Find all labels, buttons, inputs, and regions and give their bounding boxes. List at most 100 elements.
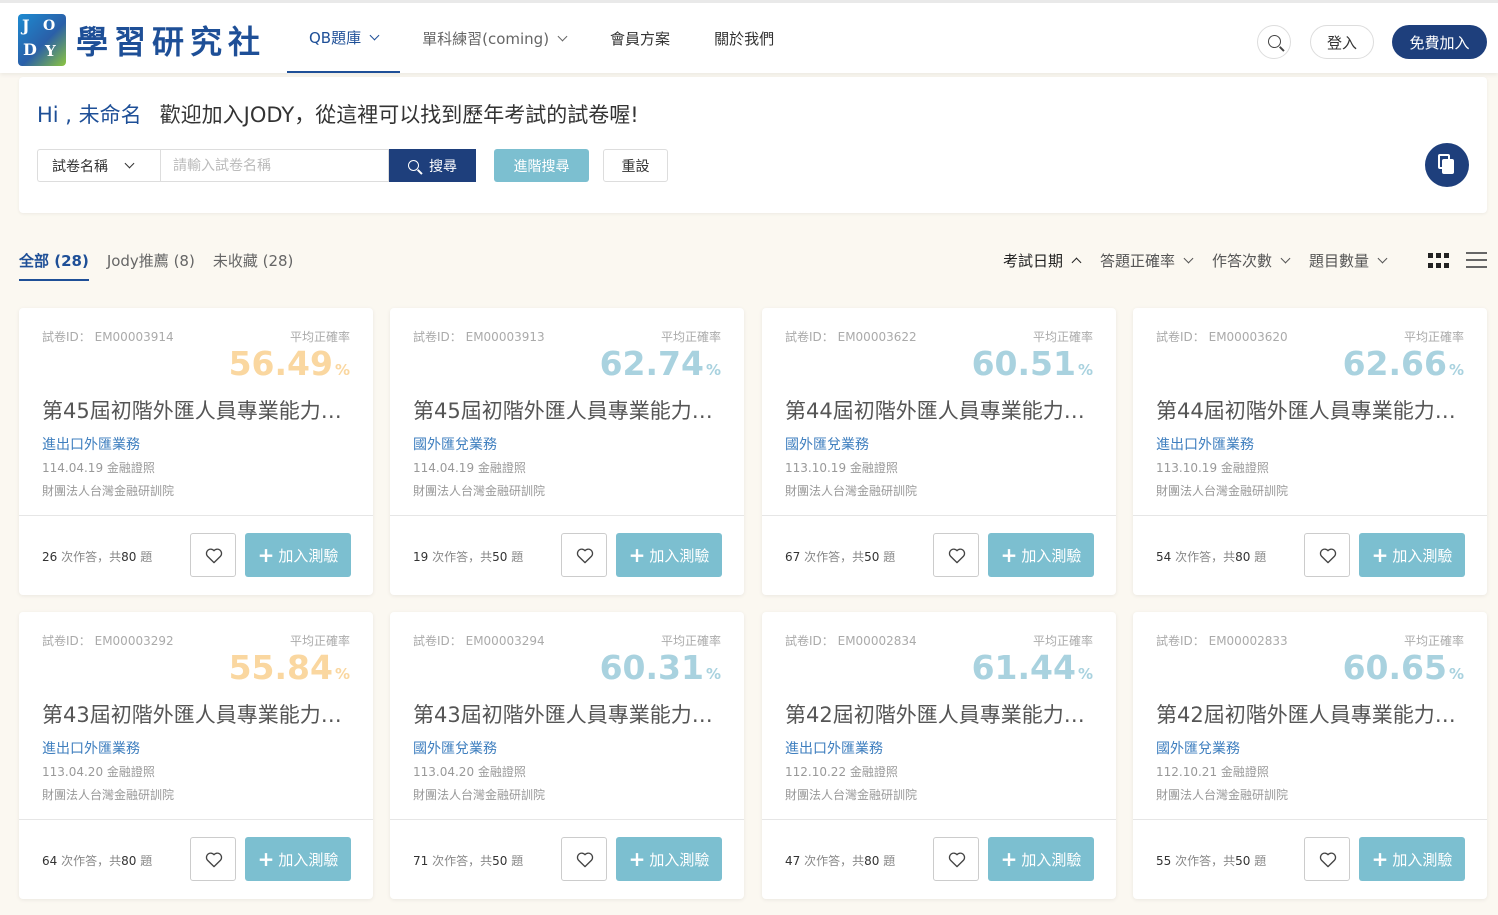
exam-card[interactable]: 試卷ID： EM00003294 平均正確率 60.31% 第43屆初階外匯人員… [390, 612, 744, 899]
exam-id: 試卷ID： EM00002834 [785, 634, 917, 648]
exam-stats: 19 次作答，共50 題 [413, 550, 524, 564]
add-button-label: 加入測驗 [649, 546, 710, 565]
sort-attempts[interactable]: 作答次數 [1212, 250, 1291, 271]
add-to-test-button[interactable]: + 加入測驗 [245, 837, 351, 881]
add-to-test-button[interactable]: + 加入測驗 [616, 533, 722, 577]
exam-date-cert: 113.10.19 金融證照 [785, 461, 898, 475]
favorite-button[interactable] [1304, 533, 1350, 577]
add-to-test-button[interactable]: + 加入測驗 [988, 837, 1094, 881]
favorite-button[interactable] [933, 837, 979, 881]
avg-rate-value: 62.66% [1342, 344, 1464, 383]
nav-label: 關於我們 [714, 29, 775, 48]
greeting-message: 歡迎加入JODY，從這裡可以找到歷年考試的試卷喔! [159, 103, 639, 127]
exam-card[interactable]: 試卷ID： EM00002833 平均正確率 60.65% 第42屆初階外匯人員… [1133, 612, 1487, 899]
list-view-icon[interactable] [1466, 252, 1487, 270]
search-button[interactable]: 搜尋 [389, 149, 476, 182]
exam-title[interactable]: 第42屆初階外匯人員專業能力測驗 [785, 699, 1095, 729]
exam-title[interactable]: 第44屆初階外匯人員專業能力測驗 [785, 395, 1095, 425]
exam-card[interactable]: 試卷ID： EM00003620 平均正確率 62.66% 第44屆初階外匯人員… [1133, 308, 1487, 595]
exam-title[interactable]: 第45屆初階外匯人員專業能力測驗 [413, 395, 723, 425]
favorite-button[interactable] [1304, 837, 1350, 881]
favorite-button[interactable] [190, 533, 236, 577]
greeting-user: Hi , 未命名 [37, 103, 142, 127]
heart-icon [576, 548, 594, 564]
favorite-button[interactable] [190, 837, 236, 881]
exam-title[interactable]: 第43屆初階外匯人員專業能力測驗 [42, 699, 352, 729]
advanced-search-button[interactable]: 進階搜尋 [494, 149, 589, 182]
copy-button[interactable] [1425, 143, 1469, 187]
avg-rate-label: 平均正確率 [1032, 330, 1093, 344]
brand-name: 學習研究社 [76, 23, 267, 61]
exam-stats: 47 次作答，共80 題 [785, 854, 896, 868]
exam-organization: 財團法人台灣金融研訓院 [413, 788, 546, 802]
add-to-test-button[interactable]: + 加入測驗 [616, 837, 722, 881]
exam-stats: 71 次作答，共50 題 [413, 854, 524, 868]
exam-id: 試卷ID： EM00002833 [1156, 634, 1288, 648]
exam-card[interactable]: 試卷ID： EM00003914 平均正確率 56.49% 第45屆初階外匯人員… [19, 308, 373, 595]
sort-label: 題目數量 [1309, 252, 1370, 270]
search-input[interactable] [160, 149, 389, 182]
nav-about[interactable]: 關於我們 [714, 3, 774, 73]
exam-card[interactable]: 試卷ID： EM00003292 平均正確率 55.84% 第43屆初階外匯人員… [19, 612, 373, 899]
chevron-down-icon [124, 158, 135, 169]
heart-icon [205, 852, 223, 868]
avg-rate-label: 平均正確率 [660, 330, 721, 344]
sort-question-count[interactable]: 題目數量 [1309, 250, 1388, 271]
plus-icon: + [1000, 543, 1018, 567]
sort-exam-date[interactable]: 考試日期 [1003, 250, 1082, 271]
join-button[interactable]: 免費加入 [1392, 25, 1487, 59]
reset-button[interactable]: 重設 [603, 149, 668, 182]
favorite-button[interactable] [561, 533, 607, 577]
add-button-label: 加入測驗 [278, 546, 339, 565]
favorite-button[interactable] [933, 533, 979, 577]
chevron-down-icon [1280, 253, 1291, 264]
exam-organization: 財團法人台灣金融研訓院 [785, 788, 918, 802]
avg-rate-label: 平均正確率 [289, 634, 350, 648]
search-field-value: 試卷名稱 [52, 158, 108, 175]
exam-stats: 26 次作答，共80 題 [42, 550, 153, 564]
tab-not-favorited[interactable]: 未收藏 (28) [213, 250, 294, 281]
exam-date-cert: 113.04.20 金融證照 [413, 765, 526, 779]
exam-id: 試卷ID： EM00003913 [413, 330, 545, 344]
login-button[interactable]: 登入 [1310, 25, 1374, 59]
exam-subject: 國外匯兌業務 [785, 437, 869, 453]
nav-qb-bank[interactable]: QB題庫 [287, 3, 401, 73]
add-to-test-button[interactable]: + 加入測驗 [1359, 837, 1465, 881]
sort-accuracy[interactable]: 答題正確率 [1100, 250, 1194, 271]
exam-card[interactable]: 試卷ID： EM00003622 平均正確率 60.51% 第44屆初階外匯人員… [762, 308, 1116, 595]
exam-card[interactable]: 試卷ID： EM00002834 平均正確率 61.44% 第42屆初階外匯人員… [762, 612, 1116, 899]
add-to-test-button[interactable]: + 加入測驗 [245, 533, 351, 577]
avg-rate-value: 60.65% [1342, 648, 1464, 687]
add-to-test-button[interactable]: + 加入測驗 [988, 533, 1094, 577]
exam-title[interactable]: 第44屆初階外匯人員專業能力測驗 [1156, 395, 1466, 425]
heart-icon [1319, 548, 1337, 564]
avg-rate-label: 平均正確率 [289, 330, 350, 344]
chevron-down-icon [557, 31, 568, 41]
exam-title[interactable]: 第45屆初階外匯人員專業能力測驗 [42, 395, 352, 425]
add-button-label: 加入測驗 [1021, 546, 1082, 565]
header-search-button[interactable] [1257, 25, 1291, 59]
nav-single-subject[interactable]: 單科練習(coming) [422, 3, 568, 73]
avg-rate-value: 60.51% [971, 344, 1093, 383]
grid-view-icon[interactable] [1428, 253, 1449, 269]
avg-rate-value: 62.74% [599, 344, 721, 383]
exam-stats: 64 次作答，共80 題 [42, 854, 153, 868]
add-button-label: 加入測驗 [278, 850, 339, 869]
tab-all[interactable]: 全部 (28) [19, 250, 89, 281]
sort-label: 答題正確率 [1100, 252, 1176, 270]
brand-logo[interactable]: J O D Y 學習研究社 [18, 13, 266, 67]
add-to-test-button[interactable]: + 加入測驗 [1359, 533, 1465, 577]
nav-label: 單科練習(coming) [422, 29, 550, 48]
tab-jody-recommended[interactable]: Jody推薦 (8) [107, 250, 195, 281]
exam-card[interactable]: 試卷ID： EM00003913 平均正確率 62.74% 第45屆初階外匯人員… [390, 308, 744, 595]
exam-title[interactable]: 第43屆初階外匯人員專業能力測驗 [413, 699, 723, 729]
favorite-button[interactable] [561, 837, 607, 881]
card-divider [19, 819, 373, 820]
exam-title[interactable]: 第42屆初階外匯人員專業能力測驗 [1156, 699, 1466, 729]
search-field-select[interactable]: 試卷名稱 [37, 149, 160, 182]
nav-label: 會員方案 [610, 29, 671, 48]
nav-membership[interactable]: 會員方案 [610, 3, 670, 73]
heart-icon [948, 548, 966, 564]
avg-rate-value: 61.44% [971, 648, 1093, 687]
exam-organization: 財團法人台灣金融研訓院 [42, 788, 175, 802]
